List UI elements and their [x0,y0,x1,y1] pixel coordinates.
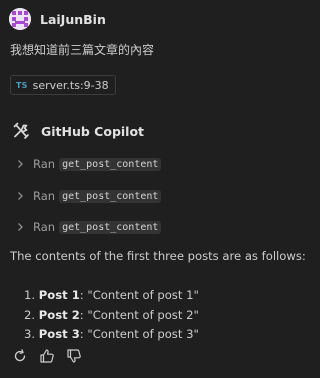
chevron-right-icon [18,160,23,168]
identicon-icon [9,8,31,30]
user-message-header: LaiJunBin [9,8,106,30]
list-item-title: Post 3 [38,327,80,341]
answer-intro-text: The contents of the first three posts ar… [10,249,306,263]
list-item-text: : "Content of post 1" [79,288,199,302]
list-item-text: : "Content of post 2" [79,307,199,322]
tool-name-code: get_post_content [59,220,162,234]
list-item: 2. Post 2: "Content of post 2" [24,306,199,326]
list-item-title: Post 2 [38,307,80,322]
chevron-right-icon [18,223,23,231]
tool-name-code: get_post_content [59,157,162,171]
chevron-right-icon [18,192,23,200]
tool-call-prefix: Ran [33,157,56,171]
list-item-number: 2. [24,307,36,322]
list-item: 3. Post 3: "Content of post 3" [24,325,199,345]
tool-call-row[interactable]: Ran get_post_content [15,155,162,173]
tool-call-row[interactable]: Ran get_post_content [15,187,162,205]
file-reference-chip[interactable]: TS server.ts:9-38 [10,75,116,95]
thumbs-down-icon[interactable] [66,348,82,364]
list-item-title: Post 1 [38,288,80,302]
answer-list: 1. Post 1: "Content of post 1" 2. Post 2… [24,286,199,345]
list-item-text: : "Content of post 3" [79,327,199,341]
thumbs-up-icon[interactable] [39,348,55,364]
retry-icon[interactable] [12,348,28,364]
typescript-file-icon: TS [16,80,28,90]
response-actions [12,348,93,364]
list-item: 1. Post 1: "Content of post 1" [24,286,199,306]
user-avatar[interactable] [9,8,31,30]
tool-call-prefix: Ran [33,220,56,234]
assistant-name: GitHub Copilot [41,123,145,139]
user-message-text: 我想知道前三篇文章的內容 [10,43,155,57]
list-item-number: 1. [24,288,36,302]
list-item-number: 3. [24,327,36,341]
tool-call-row[interactable]: Ran get_post_content [15,218,162,236]
user-name: LaiJunBin [40,11,106,27]
assistant-header: GitHub Copilot [11,121,144,141]
copilot-tools-icon [13,122,29,139]
file-reference-label: server.ts:9-38 [32,78,109,92]
tool-call-prefix: Ran [33,189,56,203]
tool-name-code: get_post_content [59,189,162,203]
